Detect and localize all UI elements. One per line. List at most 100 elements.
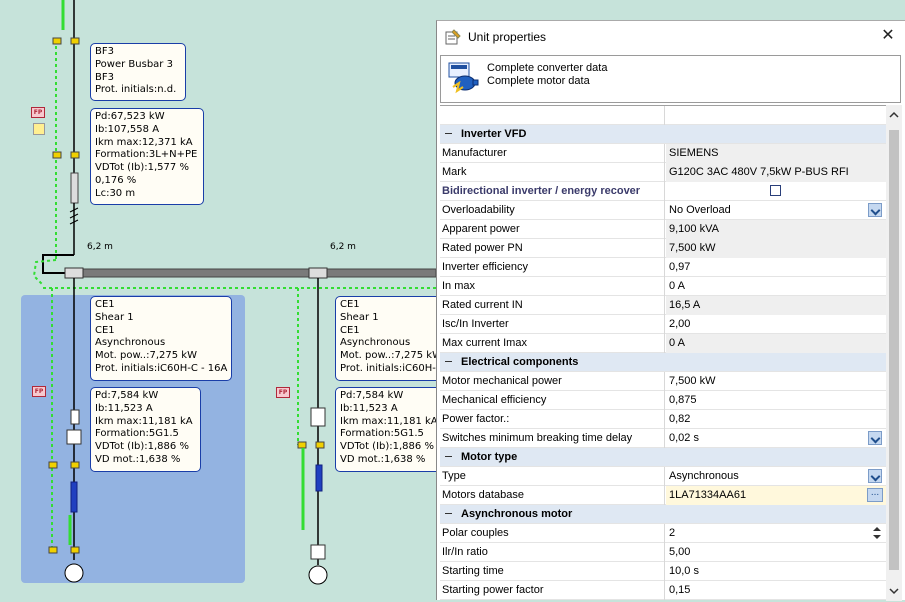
scroll-down-icon[interactable] [886,584,902,598]
property-value[interactable]: 0,875 [666,391,886,410]
property-value-text: 7,500 kW [669,375,716,387]
browse-button[interactable]: ... [867,488,883,502]
property-grid[interactable]: Inverter VFD Manufacturer SIEMENS Mark G120C… [440,105,886,602]
busbar-calc-box[interactable]: Pd:67,523 kW Ib:107,558 A Ikm max:12,371 k… [90,108,204,205]
collapse-icon[interactable] [445,360,452,362]
info-line: Lc:30 m [95,187,136,199]
motor-calc-box[interactable]: Pd:7,584 kW Ib:11,523 A Ikm max:11,181 kA F… [335,387,445,472]
busbar-info-box[interactable]: BF3 Power Busbar 3 BF3 Prot. initials:n.d. [90,43,186,101]
info-line: Ib:11,523 A [340,402,398,414]
property-row[interactable]: Rated power PN 7,500 kW [440,239,886,258]
info-line: BF3 [95,46,114,57]
scroll-up-icon[interactable] [886,108,902,122]
property-value[interactable]: 0,15 [666,581,886,600]
property-row[interactable]: Mechanical efficiency 0,875 [440,391,886,410]
category-row[interactable]: Asynchronous motor [440,505,886,524]
property-value[interactable]: 5,00 [666,543,886,562]
property-value[interactable]: 9,100 kVA [666,220,886,239]
property-row[interactable]: Mark G120C 3AC 480V 7,5kW P-BUS RFI [440,163,886,182]
dropdown-arrow-icon[interactable] [868,203,882,217]
property-value[interactable]: 1LA71334AA61... [666,486,886,505]
collapse-icon[interactable] [445,455,452,457]
property-row[interactable]: Motor mechanical power 7,500 kW [440,372,886,391]
category-header[interactable]: Electrical components [440,353,886,372]
property-row[interactable]: Inverter efficiency 0,97 [440,258,886,277]
fp-marker[interactable]: FP [276,387,290,398]
info-line: Ib:11,523 A [95,402,153,414]
fp-marker[interactable]: FP [32,386,46,397]
property-row[interactable]: Bidirectional inverter / energy recover [440,182,886,201]
distance-label: 6,2 m [87,242,113,252]
property-row[interactable]: Power factor.: 0,82 [440,410,886,429]
motor-calc-box[interactable]: Pd:7,584 kW Ib:11,523 A Ikm max:11,181 kA F… [90,387,201,472]
property-value[interactable]: SIEMENS [666,144,886,163]
property-row[interactable]: Max current Imax 0 A [440,334,886,353]
fp-yellow-icon[interactable] [33,123,45,135]
property-row[interactable]: Motors database 1LA71334AA61... [440,486,886,505]
dropdown-arrow-icon[interactable] [868,469,882,483]
property-value[interactable]: 2 [666,524,886,543]
property-value[interactable]: 7,500 kW [666,239,886,258]
property-value[interactable]: No Overload [666,201,886,220]
dropdown-arrow-icon[interactable] [868,431,882,445]
property-row[interactable]: Isc/In Inverter 2,00 [440,315,886,334]
property-row[interactable]: Rated current IN 16,5 A [440,296,886,315]
category-label: Inverter VFD [461,128,527,140]
info-line: CE1 [340,324,360,336]
property-value[interactable]: 0 A [666,334,886,353]
property-value[interactable]: 0,02 s [666,429,886,448]
property-value[interactable] [666,182,886,201]
property-row[interactable]: Apparent power 9,100 kVA [440,220,886,239]
property-value-text: 0 A [669,337,685,349]
spinner-icon[interactable] [871,524,883,542]
scroll-thumb[interactable] [889,130,899,570]
info-line: CE1 [95,299,115,310]
property-value[interactable]: 0,82 [666,410,886,429]
property-row[interactable]: Polar couples 2 [440,524,886,543]
collapse-icon[interactable] [445,132,452,134]
property-value[interactable]: 2,00 [666,315,886,334]
property-row[interactable]: Overloadability No Overload [440,201,886,220]
checkbox[interactable] [770,185,781,196]
property-value-text: 2 [669,527,676,539]
property-row[interactable]: Starting time 10,0 s [440,562,886,581]
property-value-text: 1LA71334AA61 [669,489,747,501]
category-header[interactable]: Asynchronous motor [440,505,886,524]
property-value[interactable]: 0 A [666,277,886,296]
property-name: Type [440,467,665,486]
property-row[interactable]: Ilr/In ratio 5,00 [440,543,886,562]
category-header[interactable]: Motor type [440,448,886,467]
property-value[interactable]: 10,0 s [666,562,886,581]
motor-info-box[interactable]: CE1 Shear 1 CE1 Asynchronous Mot. pow..:7,27… [335,296,472,381]
info-line: Pd:7,584 kW [95,390,159,401]
property-row[interactable]: In max 0 A [440,277,886,296]
property-value[interactable]: 16,5 A [666,296,886,315]
info-line: Pd:67,523 kW [95,111,165,122]
motor-info-box[interactable]: CE1 Shear 1 CE1 Asynchronous Mot. pow..:7,27… [90,296,232,381]
property-value[interactable]: Asynchronous [666,467,886,486]
fp-marker[interactable]: FP [31,107,45,118]
property-value-text: No Overload [669,204,731,216]
info-line: Prot. initials:iC60H-C - 16A [95,362,228,374]
property-value-text: 0,97 [669,261,691,273]
category-row[interactable]: Inverter VFD [440,125,886,144]
property-value[interactable]: 0,97 [666,258,886,277]
close-button[interactable]: ✕ [879,27,897,45]
property-row[interactable]: Starting power factor 0,15 [440,581,886,600]
property-name: Starting power factor [440,581,665,600]
info-line: 0,176 % [95,174,137,186]
property-grid-scrollbar[interactable] [886,105,902,601]
collapse-icon[interactable] [445,512,452,514]
category-row[interactable]: Motor type [440,448,886,467]
property-row[interactable]: Manufacturer SIEMENS [440,144,886,163]
category-row[interactable]: Electrical components [440,353,886,372]
property-value[interactable]: 7,500 kW [666,372,886,391]
property-row[interactable]: Switches minimum breaking time delay 0,02… [440,429,886,448]
property-row[interactable]: Type Asynchronous [440,467,886,486]
panel-title: Unit properties [468,30,547,44]
property-value[interactable]: G120C 3AC 480V 7,5kW P-BUS RFI [666,163,886,182]
property-value-text: 0,02 s [669,432,699,444]
distance-label: 6,2 m [330,242,356,252]
property-name: Polar couples [440,524,665,543]
category-header[interactable]: Inverter VFD [440,125,886,144]
